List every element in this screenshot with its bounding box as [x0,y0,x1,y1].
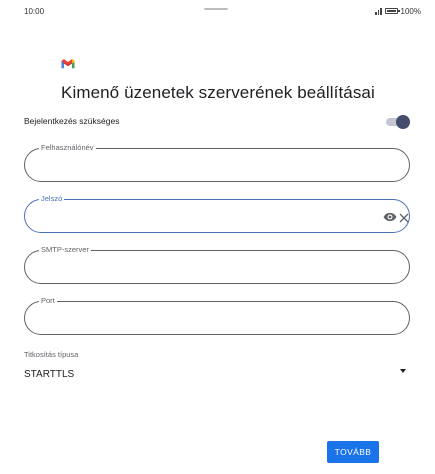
signal-icon [375,7,382,15]
gmail-logo-icon [61,59,75,69]
port-input[interactable] [39,310,363,328]
battery-percent: 100% [400,6,421,16]
show-password-icon[interactable] [383,210,397,224]
drag-handle [204,8,228,10]
clear-icon[interactable] [398,212,410,224]
login-required-toggle[interactable] [386,115,410,129]
username-input[interactable] [39,157,363,175]
username-label: Felhasználónév [39,143,96,153]
port-label: Port [39,296,57,306]
smtp-server-field[interactable]: SMTP-szerver [24,245,410,284]
encryption-label: Titkosítás típusa [24,350,79,359]
status-bar: 10:00 100% [0,0,435,22]
username-field[interactable]: Felhasználónév [24,143,410,182]
encryption-select[interactable]: STARTTLS [24,364,412,386]
dropdown-arrow-icon [400,369,406,373]
smtp-server-label: SMTP-szerver [39,245,91,255]
next-button[interactable]: TOVÁBB [327,441,379,463]
login-required-label: Bejelentkezés szükséges [24,116,120,126]
smtp-server-input[interactable] [39,259,363,277]
toggle-knob [396,115,410,129]
status-time: 10:00 [24,7,45,16]
password-input[interactable] [39,208,363,226]
page-title: Kimenő üzenetek szerverének beállításai [61,83,375,102]
login-required-row[interactable]: Bejelentkezés szükséges [24,113,412,131]
battery-icon [384,8,400,14]
password-label: Jelszó [39,194,65,204]
password-field[interactable]: Jelszó [24,194,410,233]
port-field[interactable]: Port [24,296,410,335]
encryption-value: STARTTLS [24,369,75,380]
status-icons: 100% [375,6,421,16]
